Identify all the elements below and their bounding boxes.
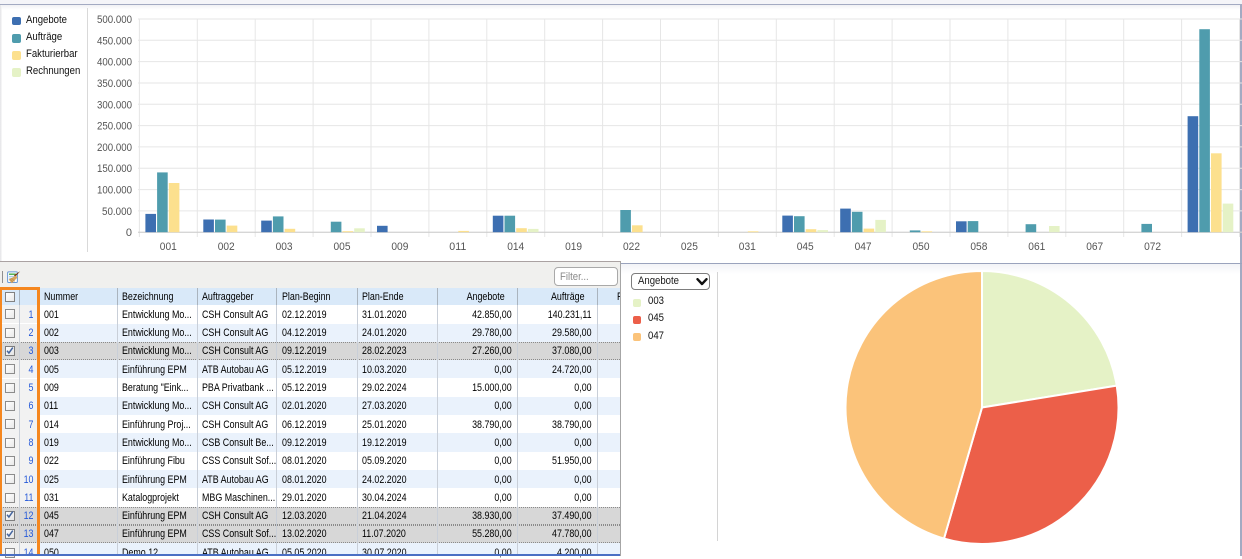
svg-text:150.000: 150.000 (97, 163, 132, 175)
svg-text:0: 0 (126, 227, 132, 239)
svg-text:400.000: 400.000 (97, 57, 132, 69)
svg-text:014: 014 (507, 241, 524, 253)
svg-text:002: 002 (218, 241, 235, 253)
svg-text:450.000: 450.000 (97, 35, 132, 47)
svg-text:045: 045 (797, 241, 814, 253)
svg-text:019: 019 (565, 241, 582, 253)
svg-text:050: 050 (913, 241, 930, 253)
svg-text:350.000: 350.000 (97, 78, 132, 90)
svg-text:200.000: 200.000 (97, 142, 132, 154)
svg-text:003: 003 (276, 241, 293, 253)
svg-text:022: 022 (623, 241, 640, 253)
svg-text:009: 009 (391, 241, 408, 253)
svg-text:058: 058 (970, 241, 987, 253)
svg-text:250.000: 250.000 (97, 121, 132, 133)
svg-text:067: 067 (1086, 241, 1103, 253)
svg-text:031: 031 (739, 241, 756, 253)
svg-text:500.000: 500.000 (97, 14, 132, 26)
svg-text:011: 011 (449, 241, 466, 253)
svg-text:005: 005 (334, 241, 351, 253)
svg-text:047: 047 (855, 241, 872, 253)
svg-text:100.000: 100.000 (97, 185, 132, 197)
svg-text:072: 072 (1144, 241, 1161, 253)
svg-text:061: 061 (1028, 241, 1045, 253)
svg-text:025: 025 (681, 241, 698, 253)
svg-text:300.000: 300.000 (97, 99, 132, 111)
svg-text:50.000: 50.000 (102, 206, 132, 218)
svg-text:001: 001 (160, 241, 177, 253)
